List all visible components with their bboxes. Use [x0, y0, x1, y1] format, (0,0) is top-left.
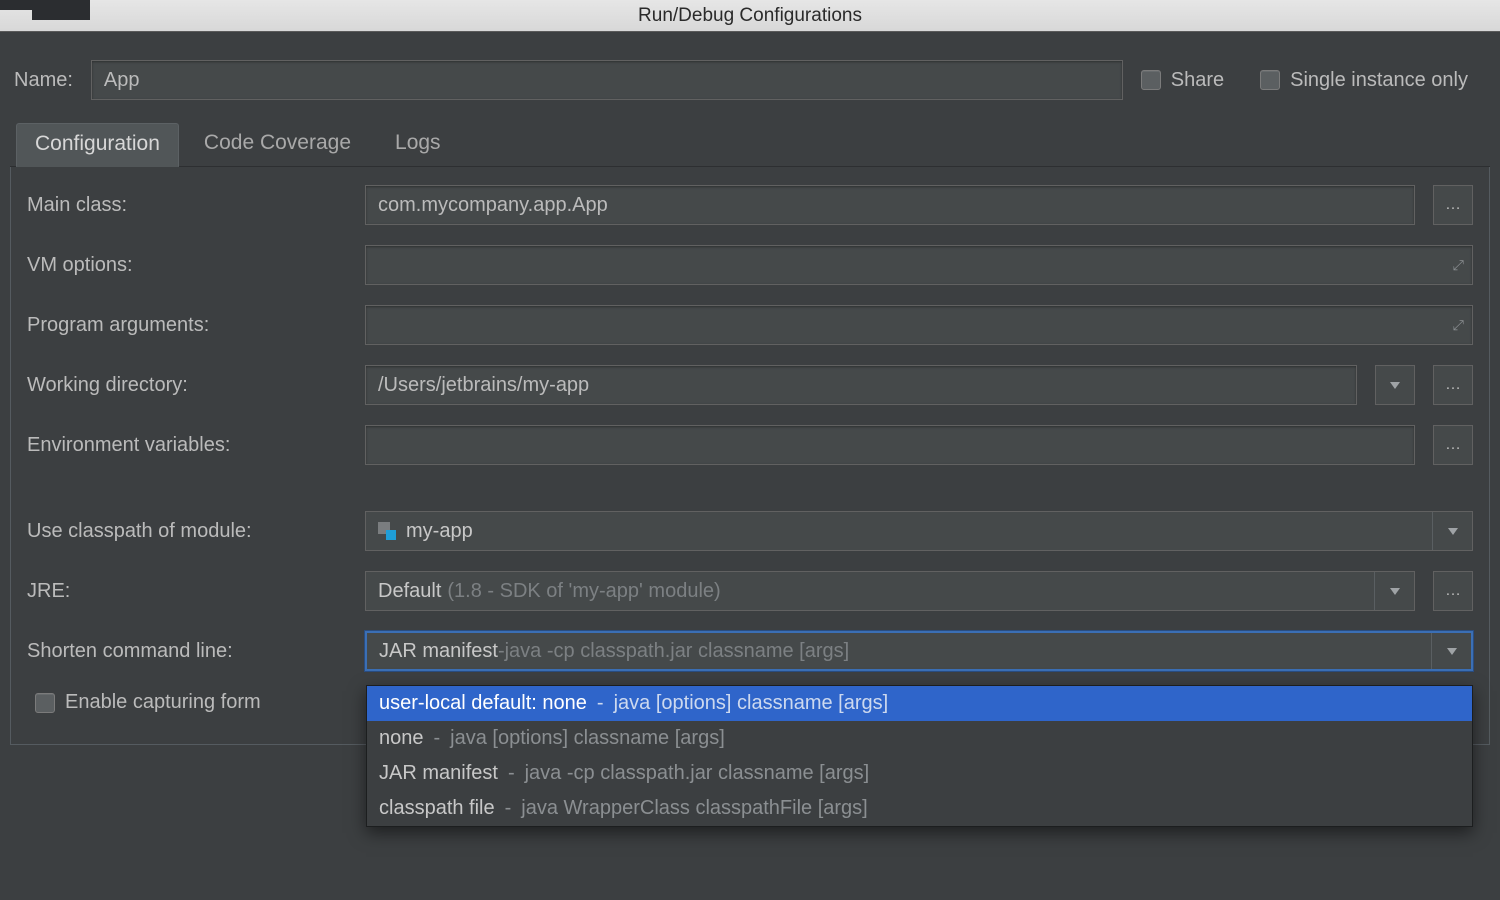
- shorten-command-line-combo[interactable]: JAR manifest - java -cp classpath.jar cl…: [365, 631, 1473, 671]
- expand-icon[interactable]: ⤢: [1453, 257, 1464, 274]
- window-title: Run/Debug Configurations: [638, 5, 862, 26]
- option-sep: -: [508, 762, 515, 785]
- window-fragment-icon: [0, 0, 90, 10]
- option-sep: -: [597, 692, 604, 715]
- chevron-down-icon: [1431, 633, 1471, 669]
- main-class-input[interactable]: com.mycompany.app.App: [365, 185, 1415, 225]
- shorten-desc: java -cp classpath.jar classname [args]: [505, 640, 850, 663]
- jre-combo[interactable]: Default (1.8 - SDK of 'my-app' module): [365, 571, 1415, 611]
- ellipsis-icon: …: [1445, 436, 1461, 454]
- main-class-label: Main class:: [27, 194, 347, 217]
- classpath-module-label: Use classpath of module:: [27, 520, 347, 543]
- tab-panel-configuration: Main class: com.mycompany.app.App … VM o…: [10, 167, 1490, 745]
- share-checkbox[interactable]: Share: [1141, 69, 1224, 92]
- chevron-down-icon: [1432, 512, 1472, 550]
- jre-label: JRE:: [27, 580, 347, 603]
- shorten-option[interactable]: none - java [options] classname [args]: [367, 721, 1472, 756]
- shorten-option[interactable]: classpath file - java WrapperClass class…: [367, 791, 1472, 826]
- ellipsis-icon: …: [1445, 376, 1461, 394]
- shorten-label: Shorten command line:: [27, 640, 347, 663]
- program-args-input[interactable]: ⤢: [365, 305, 1473, 345]
- single-instance-checkbox[interactable]: Single instance only: [1260, 69, 1468, 92]
- ellipsis-icon: …: [1445, 196, 1461, 214]
- expand-icon[interactable]: ⤢: [1453, 317, 1464, 334]
- working-dir-history-button[interactable]: [1375, 365, 1415, 405]
- ellipsis-icon: …: [1445, 582, 1461, 600]
- shorten-value: JAR manifest: [379, 640, 498, 663]
- env-vars-edit-button[interactable]: …: [1433, 425, 1473, 465]
- name-input[interactable]: [91, 60, 1123, 100]
- option-desc: java WrapperClass classpathFile [args]: [521, 797, 867, 820]
- working-dir-input[interactable]: /Users/jetbrains/my-app: [365, 365, 1357, 405]
- tab-code-coverage[interactable]: Code Coverage: [185, 122, 370, 166]
- classpath-module-combo[interactable]: my-app: [365, 511, 1473, 551]
- jre-hint: (1.8 - SDK of 'my-app' module): [447, 580, 720, 603]
- option-primary: JAR manifest: [379, 762, 498, 785]
- jre-browse-button[interactable]: …: [1433, 571, 1473, 611]
- chevron-down-icon: [1389, 380, 1401, 390]
- share-label: Share: [1171, 69, 1224, 92]
- option-sep: -: [505, 797, 512, 820]
- option-primary: none: [379, 727, 424, 750]
- dialog-body: Name: Share Single instance only Configu…: [0, 32, 1500, 755]
- option-sep: -: [434, 727, 441, 750]
- option-desc: java -cp classpath.jar classname [args]: [525, 762, 870, 785]
- checkbox-box-icon: [35, 693, 55, 713]
- shorten-dropdown: user-local default: none - java [options…: [366, 685, 1473, 827]
- tab-configuration[interactable]: Configuration: [16, 123, 179, 167]
- shorten-option[interactable]: user-local default: none - java [options…: [367, 686, 1472, 721]
- tab-logs[interactable]: Logs: [376, 122, 460, 166]
- option-primary: classpath file: [379, 797, 495, 820]
- env-vars-input[interactable]: [365, 425, 1415, 465]
- option-desc: java [options] classname [args]: [614, 692, 889, 715]
- shorten-sep: -: [498, 640, 505, 663]
- option-primary: user-local default: none: [379, 692, 587, 715]
- name-label: Name:: [14, 69, 73, 92]
- shorten-option[interactable]: JAR manifest - java -cp classpath.jar cl…: [367, 756, 1472, 791]
- checkbox-box-icon: [1260, 70, 1280, 90]
- classpath-module-value: my-app: [406, 520, 473, 543]
- working-dir-browse-button[interactable]: …: [1433, 365, 1473, 405]
- working-dir-value: /Users/jetbrains/my-app: [378, 374, 589, 397]
- title-bar: Run/Debug Configurations: [0, 0, 1500, 32]
- main-class-value: com.mycompany.app.App: [378, 194, 608, 217]
- option-desc: java [options] classname [args]: [450, 727, 725, 750]
- tabs: Configuration Code Coverage Logs: [10, 122, 1490, 167]
- program-args-label: Program arguments:: [27, 314, 347, 337]
- vm-options-input[interactable]: ⤢: [365, 245, 1473, 285]
- working-dir-label: Working directory:: [27, 374, 347, 397]
- single-instance-label: Single instance only: [1290, 69, 1468, 92]
- main-class-browse-button[interactable]: …: [1433, 185, 1473, 225]
- chevron-down-icon: [1374, 572, 1414, 610]
- module-icon: [378, 522, 396, 540]
- env-vars-label: Environment variables:: [27, 434, 347, 457]
- enable-capturing-label: Enable capturing form: [65, 691, 261, 714]
- vm-options-label: VM options:: [27, 254, 347, 277]
- checkbox-box-icon: [1141, 70, 1161, 90]
- jre-value: Default: [378, 580, 441, 603]
- enable-capturing-form-checkbox[interactable]: Enable capturing form: [35, 691, 261, 714]
